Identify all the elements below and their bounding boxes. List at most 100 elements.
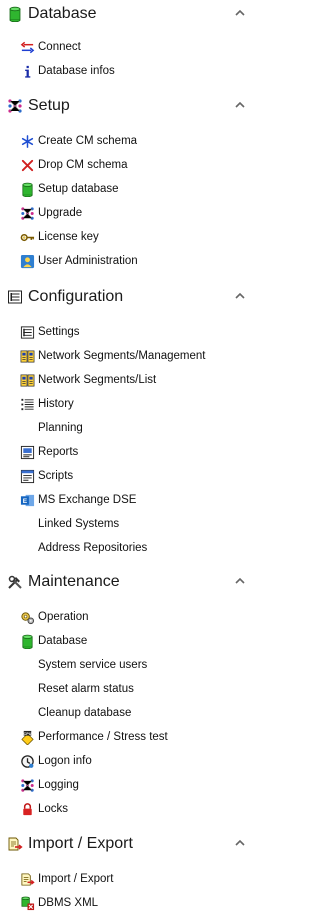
nav-item-label: History — [38, 398, 74, 410]
nav-item-label: Connect — [38, 41, 81, 53]
nav-item-connect[interactable]: Connect — [0, 35, 275, 59]
nav-item-label: Linked Systems — [38, 518, 120, 530]
section-title: Database — [28, 5, 97, 22]
nav-item-ms-exchange-dse[interactable]: E MS Exchange DSE — [0, 488, 275, 512]
database-icon — [7, 6, 23, 22]
cpu-icon: CPU — [20, 730, 35, 745]
nav-item-system-service-users[interactable]: System service users — [0, 653, 275, 677]
reports-icon — [20, 445, 35, 460]
nav-item-linked-systems[interactable]: Linked Systems — [0, 512, 275, 536]
nav-item-label: Planning — [38, 422, 83, 434]
nav-item-import-export[interactable]: Import / Export — [0, 867, 275, 891]
section-header[interactable]: Database — [0, 0, 275, 28]
nav-item-database-infos[interactable]: Database infos — [0, 59, 275, 83]
collapse-chevron-icon[interactable] — [234, 576, 246, 586]
nav-item-label: Cleanup database — [38, 707, 132, 719]
snowflake-icon — [20, 134, 35, 149]
collapse-chevron-icon[interactable] — [234, 291, 246, 301]
nav-item-database[interactable]: Database — [0, 629, 275, 653]
setup-dots-icon — [7, 98, 23, 114]
nav-item-setup-database[interactable]: Setup database — [0, 177, 275, 201]
collapse-chevron-icon[interactable] — [234, 100, 246, 110]
section-header[interactable]: Maintenance — [0, 568, 275, 596]
section-items: Connect Database infos — [0, 35, 275, 83]
database-icon — [20, 634, 35, 649]
key-icon — [20, 230, 35, 245]
nav-item-network-segments-management[interactable]: Network Segments/Management — [0, 344, 275, 368]
nav-item-logon-info[interactable]: Logon info — [0, 749, 275, 773]
red-x-icon — [20, 158, 35, 173]
collapse-chevron-icon[interactable] — [234, 8, 246, 18]
network-segments-icon — [20, 373, 35, 388]
connect-arrows-icon — [20, 40, 35, 55]
section-database: Database Connect Database infos — [0, 0, 275, 78]
section-title: Setup — [28, 97, 70, 114]
nav-item-scripts[interactable]: Scripts — [0, 464, 275, 488]
user-admin-icon — [20, 254, 35, 269]
import-export-icon — [7, 836, 23, 852]
section-setup: Setup Create CM schema Drop CM schema Set… — [0, 92, 275, 268]
logon-info-icon — [20, 754, 35, 769]
nav-item-label: Locks — [38, 803, 69, 815]
nav-item-label: Reset alarm status — [38, 683, 134, 695]
svg-text:E: E — [23, 498, 28, 505]
nav-item-label: License key — [38, 231, 99, 243]
nav-item-label: Reports — [38, 446, 79, 458]
nav-item-label: User Administration — [38, 255, 138, 267]
nav-item-address-repositories[interactable]: Address Repositories — [0, 536, 275, 560]
nav-item-label: Setup database — [38, 183, 119, 195]
nav-item-create-cm-schema[interactable]: Create CM schema — [0, 129, 275, 153]
setup-dots-icon — [20, 206, 35, 221]
section-items: Import / Export DBMS XML — [0, 867, 275, 915]
nav-item-planning[interactable]: Planning — [0, 416, 275, 440]
nav-item-operation[interactable]: Operation — [0, 605, 275, 629]
section-maintenance: Maintenance Operation Database System ser… — [0, 568, 275, 815]
nav-item-reports[interactable]: Reports — [0, 440, 275, 464]
nav-item-label: Logging — [38, 779, 79, 791]
nav-item-upgrade[interactable]: Upgrade — [0, 201, 275, 225]
collapse-chevron-icon[interactable] — [234, 838, 246, 848]
nav-item-label: Database — [38, 635, 88, 647]
nav-item-network-segments-list[interactable]: Network Segments/List — [0, 368, 275, 392]
nav-item-label: System service users — [38, 659, 148, 671]
nav-item-label: Scripts — [38, 470, 74, 482]
section-header[interactable]: Configuration — [0, 283, 275, 311]
database-icon — [20, 182, 35, 197]
nav-item-user-administration[interactable]: User Administration — [0, 249, 275, 273]
nav-item-label: Upgrade — [38, 207, 83, 219]
nav-item-label: Create CM schema — [38, 135, 138, 147]
nav-item-label: Address Repositories — [38, 542, 148, 554]
nav-item-settings[interactable]: Settings — [0, 320, 275, 344]
tools-icon — [7, 574, 23, 590]
section-header[interactable]: Import / Export — [0, 830, 275, 858]
section-header[interactable]: Setup — [0, 92, 275, 120]
nav-item-label: DBMS XML — [38, 897, 99, 909]
nav-item-cleanup-database[interactable]: Cleanup database — [0, 701, 275, 725]
nav-item-locks[interactable]: Locks — [0, 797, 275, 821]
nav-item-drop-cm-schema[interactable]: Drop CM schema — [0, 153, 275, 177]
info-icon — [20, 64, 35, 79]
nav-item-label: Settings — [38, 326, 80, 338]
nav-item-dbms-xml[interactable]: DBMS XML — [0, 891, 275, 915]
section-title: Configuration — [28, 288, 124, 305]
nav-item-label: Import / Export — [38, 873, 114, 885]
config-list-icon — [7, 289, 23, 305]
dbms-xml-icon — [20, 896, 35, 911]
nav-item-label: MS Exchange DSE — [38, 494, 137, 506]
section-items: Create CM schema Drop CM schema Setup dat… — [0, 129, 275, 273]
nav-item-reset-alarm-status[interactable]: Reset alarm status — [0, 677, 275, 701]
exchange-icon: E — [20, 493, 35, 508]
nav-item-license-key[interactable]: License key — [0, 225, 275, 249]
nav-item-performance-stress-test[interactable]: CPU Performance / Stress test — [0, 725, 275, 749]
nav-item-logging[interactable]: Logging — [0, 773, 275, 797]
nav-item-label: Database infos — [38, 65, 115, 77]
network-segments-icon — [20, 349, 35, 364]
history-icon — [20, 397, 35, 412]
settings-icon — [20, 325, 35, 340]
gears-icon — [20, 610, 35, 625]
section-items: Operation Database System service users Re… — [0, 605, 275, 821]
import-export-icon — [20, 872, 35, 887]
svg-text:CPU: CPU — [24, 731, 32, 735]
section-items: Settings Network Segments/Management Net… — [0, 320, 275, 560]
nav-item-history[interactable]: History — [0, 392, 275, 416]
